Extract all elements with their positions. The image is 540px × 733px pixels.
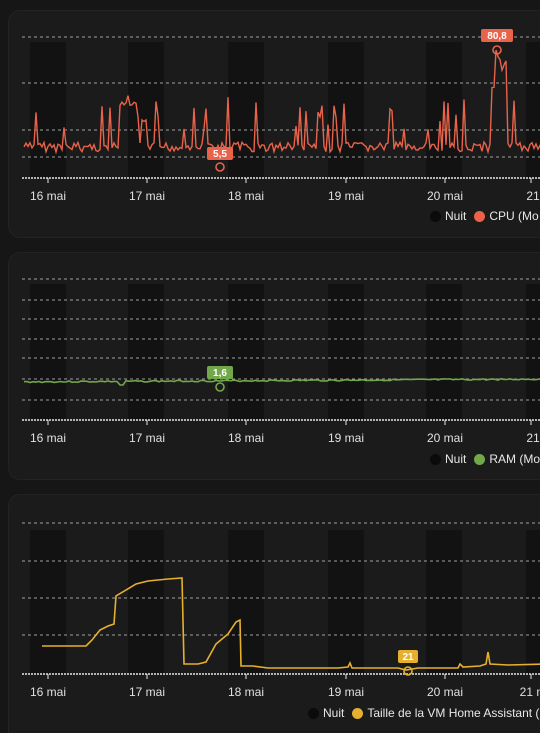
x-tick-label: 16 mai — [30, 189, 66, 203]
x-tick-label: 17 mai — [129, 685, 165, 699]
ram-chart-card: 16 mai 17 mai 18 mai 19 mai 20 mai 21 1,6 Nuit… — [8, 252, 540, 480]
disk-legend: Nuit Taille de la VM Home Assistant ( — [308, 706, 540, 720]
x-tick-label: 18 mai — [228, 431, 264, 445]
legend-ram[interactable]: RAM (Mo — [474, 452, 540, 466]
legend-night-label: Nuit — [445, 452, 467, 466]
legend-night[interactable]: Nuit — [430, 452, 466, 466]
ram-chart[interactable]: 16 mai 17 mai 18 mai 19 mai 20 mai 21 1,6 — [8, 252, 540, 480]
annotation-dot — [215, 382, 225, 392]
night-band — [328, 530, 364, 674]
x-tick-label: 17 mai — [129, 431, 165, 445]
legend-cpu-label: CPU (Mo — [489, 209, 539, 223]
cpu-series-line — [23, 49, 540, 155]
night-band — [30, 530, 66, 674]
night-band — [426, 530, 462, 674]
annotation-label: 80,8 — [487, 31, 507, 42]
legend-night[interactable]: Nuit — [308, 706, 344, 720]
x-tick-label: 17 mai — [129, 189, 165, 203]
disk-dot-icon — [352, 707, 364, 719]
disk-series-line — [42, 577, 540, 671]
annotation-dot — [215, 162, 225, 172]
night-band — [228, 530, 264, 674]
cpu-legend: Nuit CPU (Mo — [430, 209, 540, 223]
night-band — [526, 42, 540, 178]
x-tick-label: 16 mai — [30, 431, 66, 445]
x-tick-label: 20 mai — [427, 431, 463, 445]
legend-night-label: Nuit — [445, 209, 467, 223]
legend-ram-label: RAM (Mo — [489, 452, 540, 466]
x-tick-label: 21 — [526, 189, 540, 203]
ram-dot-icon — [474, 453, 486, 465]
disk-chart-card: 16 mai 17 mai 18 mai 19 mai 20 mai 21 m 21 Nui… — [8, 494, 540, 733]
night-band — [228, 42, 264, 178]
x-tick-label: 18 mai — [228, 189, 264, 203]
ram-legend: Nuit RAM (Mo — [430, 452, 540, 466]
x-tick-label: 20 mai — [427, 189, 463, 203]
night-band — [128, 530, 164, 674]
annotation-label: 21 — [402, 652, 414, 663]
night-dot-icon — [430, 210, 441, 222]
night-band — [526, 530, 540, 674]
x-tick-label: 19 mai — [328, 431, 364, 445]
x-tick-label: 19 mai — [328, 685, 364, 699]
cpu-chart[interactable]: 16 mai 17 mai 18 mai 19 mai 20 mai 21 80,8 5,5 — [8, 10, 540, 238]
night-band — [30, 42, 66, 178]
annotation-label: 1,6 — [213, 368, 227, 379]
night-band — [128, 42, 164, 178]
dashboard: 16 mai 17 mai 18 mai 19 mai 20 mai 21 80,8 5,5 … — [0, 0, 540, 733]
x-tick-label: 21 m — [520, 685, 540, 699]
legend-disk[interactable]: Taille de la VM Home Assistant ( — [352, 706, 539, 720]
x-tick-label: 21 — [526, 431, 540, 445]
legend-disk-label: Taille de la VM Home Assistant ( — [367, 706, 540, 720]
cpu-dot-icon — [474, 210, 486, 222]
x-tick-label: 18 mai — [228, 685, 264, 699]
annotation-label: 5,5 — [213, 149, 227, 160]
disk-chart[interactable]: 16 mai 17 mai 18 mai 19 mai 20 mai 21 m 21 — [8, 494, 540, 733]
night-dot-icon — [308, 707, 319, 719]
legend-cpu[interactable]: CPU (Mo — [474, 209, 539, 223]
legend-night[interactable]: Nuit — [430, 209, 466, 223]
night-dot-icon — [430, 453, 441, 465]
x-tick-label: 16 mai — [30, 685, 66, 699]
night-band — [128, 284, 164, 420]
x-tick-label: 19 mai — [328, 189, 364, 203]
cpu-chart-card: 16 mai 17 mai 18 mai 19 mai 20 mai 21 80,8 5,5 … — [8, 10, 540, 238]
x-tick-label: 20 mai — [427, 685, 463, 699]
legend-night-label: Nuit — [323, 706, 345, 720]
